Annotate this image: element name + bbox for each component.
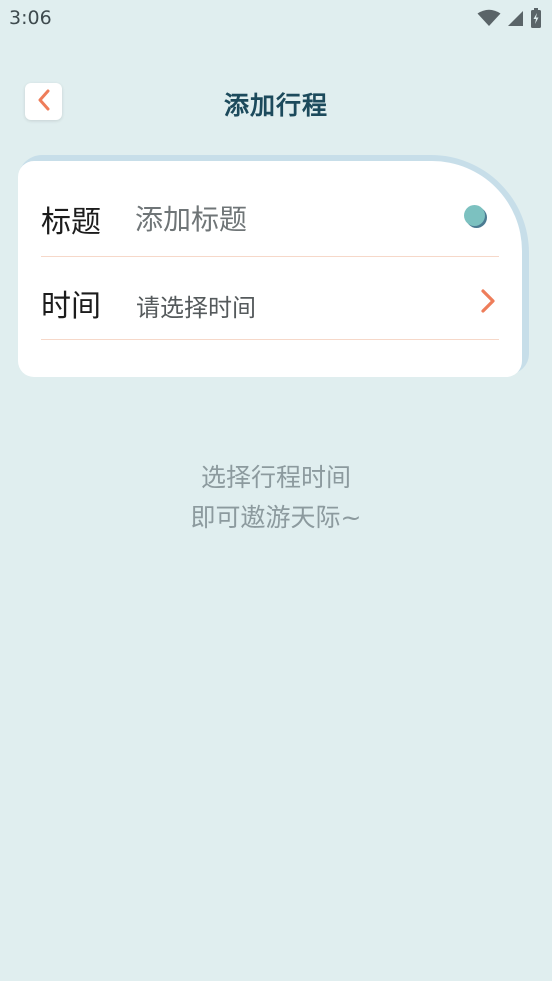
time-label: 时间 [41, 289, 101, 324]
status-bar: 3:06 [0, 0, 552, 38]
hint-text-line2: 即可遨游天际~ [190, 503, 362, 532]
page-title: 添加行程 [223, 91, 328, 120]
status-dot-icon [464, 205, 485, 226]
time-row[interactable]: 时间 请选择时间 [41, 257, 499, 340]
hint-text-line1: 选择行程时间 [200, 463, 351, 492]
chevron-right-icon[interactable] [479, 288, 497, 318]
title-label: 标题 [41, 205, 101, 240]
wifi-icon [477, 9, 501, 27]
trip-form-card: 标题 时间 请选择时间 [18, 161, 522, 377]
battery-icon [530, 8, 542, 28]
title-row: 标题 [41, 161, 499, 257]
signal-icon [507, 9, 524, 27]
status-icons [477, 8, 542, 28]
title-input[interactable] [135, 199, 455, 239]
status-time: 3:06 [9, 7, 52, 29]
time-value: 请选择时间 [136, 294, 256, 322]
